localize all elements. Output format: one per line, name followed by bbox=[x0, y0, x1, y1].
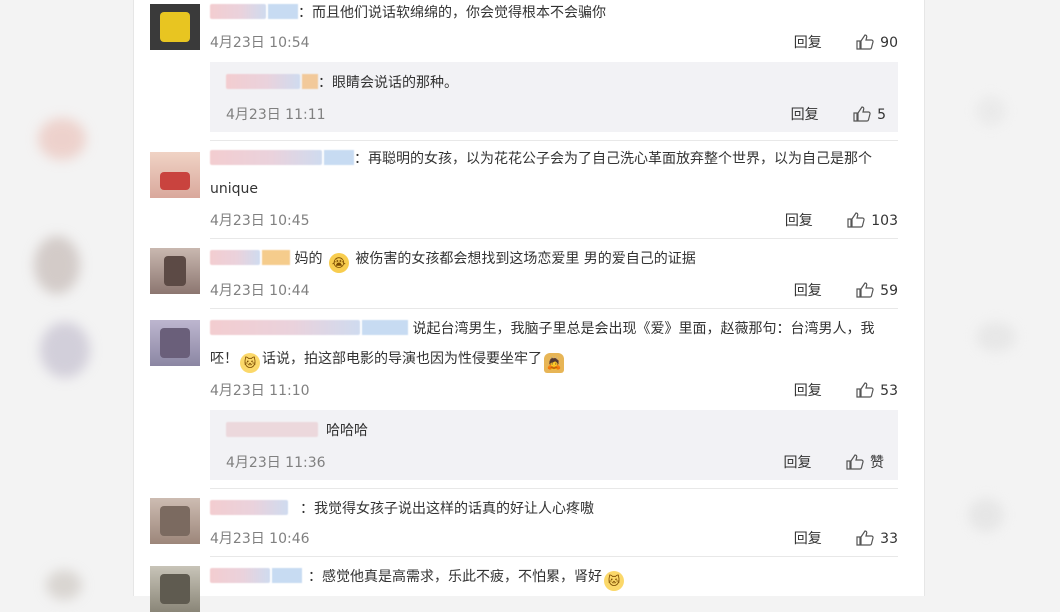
reply-button[interactable]: 回复 bbox=[794, 383, 822, 399]
comment-text: 妈的 😭 被伤害的女孩都会想找到这场恋爱里 男的爱自己的证据 bbox=[210, 244, 696, 274]
user-badge bbox=[362, 320, 408, 335]
cat-face-emoji-icon: 🐱 bbox=[604, 571, 624, 591]
thumbs-up-icon bbox=[856, 382, 874, 402]
username[interactable] bbox=[210, 250, 260, 265]
avatar[interactable] bbox=[150, 152, 200, 198]
thumbs-up-icon bbox=[847, 212, 865, 232]
divider bbox=[210, 556, 898, 557]
background-blur-avatar bbox=[976, 96, 1006, 126]
like-count: 5 bbox=[877, 107, 886, 123]
comment-date: 4月23日 10:44 bbox=[210, 283, 310, 299]
reply-button[interactable]: 回复 bbox=[784, 455, 812, 471]
username[interactable] bbox=[210, 150, 322, 165]
reply-button[interactable]: 回复 bbox=[794, 531, 822, 547]
reply-body: 哈哈哈 bbox=[326, 423, 368, 439]
thumbs-up-icon bbox=[856, 34, 874, 54]
comment-body: 妈的 bbox=[294, 251, 323, 267]
comment-panel: ：而且他们说话软绵绵的，你会觉得根本不会骗你 4月23日 10:54 回复 90… bbox=[133, 0, 925, 612]
avatar[interactable] bbox=[150, 4, 200, 50]
username[interactable] bbox=[226, 74, 300, 89]
user-badge bbox=[268, 4, 298, 19]
comment-body: ：而且他们说话软绵绵的，你会觉得根本不会骗你 bbox=[298, 5, 606, 21]
like-button[interactable]: 赞 bbox=[846, 454, 884, 474]
thumbs-up-icon bbox=[856, 530, 874, 550]
comment-text: ：我觉得女孩子说出这样的话真的好让人心疼嗷 bbox=[210, 494, 594, 524]
comment-text: ：再聪明的女孩，以为花花公子会为了自己洗心革面放弃整个世界，以为自己是那个uni… bbox=[210, 144, 890, 204]
like-button[interactable]: 90 bbox=[856, 34, 898, 54]
comment-text: ：而且他们说话软绵绵的，你会觉得根本不会骗你 bbox=[210, 0, 606, 28]
username[interactable] bbox=[226, 422, 318, 437]
divider bbox=[210, 238, 898, 239]
reply-actions: 回复 赞 bbox=[784, 452, 884, 474]
thumbs-up-icon bbox=[853, 106, 871, 126]
reply-button[interactable]: 回复 bbox=[794, 283, 822, 299]
user-badge bbox=[302, 74, 318, 89]
user-badge bbox=[272, 568, 302, 583]
comment-text: ：感觉他真是高需求，乐此不疲，不怕累，肾好 🐱 bbox=[210, 562, 626, 592]
like-count: 33 bbox=[880, 531, 898, 547]
reply-text: 哈哈哈 bbox=[226, 416, 368, 446]
username[interactable] bbox=[210, 4, 266, 19]
reply-date: 4月23日 11:11 bbox=[226, 107, 326, 123]
like-count: 90 bbox=[880, 35, 898, 51]
comment-date: 4月23日 10:54 bbox=[210, 35, 310, 51]
like-button[interactable]: 53 bbox=[856, 382, 898, 402]
comment-actions: 回复 90 bbox=[794, 32, 898, 54]
thumbs-up-icon bbox=[856, 282, 874, 302]
like-count: 59 bbox=[880, 283, 898, 299]
comment-date: 4月23日 10:45 bbox=[210, 213, 310, 229]
divider bbox=[210, 140, 898, 141]
comment-text: 说起台湾男生，我脑子里总是会出现《爱》里面，赵薇那句：台湾男人，我呸！ 🐱 话说，拍… bbox=[210, 314, 900, 374]
cat-face-emoji-icon: 🐱 bbox=[240, 353, 260, 373]
like-count: 103 bbox=[871, 213, 898, 229]
user-badge bbox=[324, 150, 354, 165]
reply-date: 4月23日 11:36 bbox=[226, 455, 326, 471]
reply-button[interactable]: 回复 bbox=[791, 107, 819, 123]
username[interactable] bbox=[210, 320, 360, 335]
comment-actions: 回复 53 bbox=[794, 380, 898, 402]
username[interactable] bbox=[210, 568, 270, 583]
figure-emoji-icon: 🙇 bbox=[544, 353, 564, 373]
background-blur-avatar bbox=[968, 498, 1004, 532]
reply-button[interactable]: 回复 bbox=[794, 35, 822, 51]
crying-emoji-icon: 😭 bbox=[328, 253, 349, 273]
thumbs-up-icon bbox=[846, 454, 864, 474]
like-button[interactable]: 59 bbox=[856, 282, 898, 302]
divider bbox=[210, 488, 898, 489]
comment-body: ：感觉他真是高需求，乐此不疲，不怕累，肾好 bbox=[308, 569, 602, 585]
background-blur-avatar bbox=[976, 322, 1016, 352]
comment-date: 4月23日 11:10 bbox=[210, 383, 310, 399]
like-button[interactable]: 103 bbox=[847, 212, 898, 232]
like-label: 赞 bbox=[870, 455, 884, 471]
reply-body: ：眼睛会说话的那种。 bbox=[318, 75, 458, 91]
comment-actions: 回复 59 bbox=[794, 280, 898, 302]
reply-button[interactable]: 回复 bbox=[785, 213, 813, 229]
avatar[interactable] bbox=[150, 566, 200, 612]
avatar[interactable] bbox=[150, 320, 200, 366]
reply-actions: 回复 5 bbox=[791, 104, 886, 126]
background-blur-avatar bbox=[38, 118, 86, 160]
comment-actions: 回复 33 bbox=[794, 528, 898, 550]
comment-body: 被伤害的女孩都会想找到这场恋爱里 男的爱自己的证据 bbox=[355, 251, 696, 267]
background-blur-avatar bbox=[40, 322, 90, 378]
comment-body: ：我觉得女孩子说出这样的话真的好让人心疼嗷 bbox=[300, 501, 594, 517]
like-count: 53 bbox=[880, 383, 898, 399]
comment-date: 4月23日 10:46 bbox=[210, 531, 310, 547]
divider bbox=[210, 308, 898, 309]
avatar[interactable] bbox=[150, 248, 200, 294]
user-badge bbox=[262, 250, 290, 265]
reply-text: ：眼睛会说话的那种。 bbox=[226, 68, 458, 98]
avatar[interactable] bbox=[150, 498, 200, 544]
comment-actions: 回复 103 bbox=[785, 210, 898, 232]
username[interactable] bbox=[210, 500, 288, 515]
comment-body: 话说，拍这部电影的导演也因为性侵要坐牢了 bbox=[262, 351, 542, 367]
background-blur-avatar bbox=[34, 236, 80, 294]
like-button[interactable]: 5 bbox=[853, 106, 886, 126]
like-button[interactable]: 33 bbox=[856, 530, 898, 550]
